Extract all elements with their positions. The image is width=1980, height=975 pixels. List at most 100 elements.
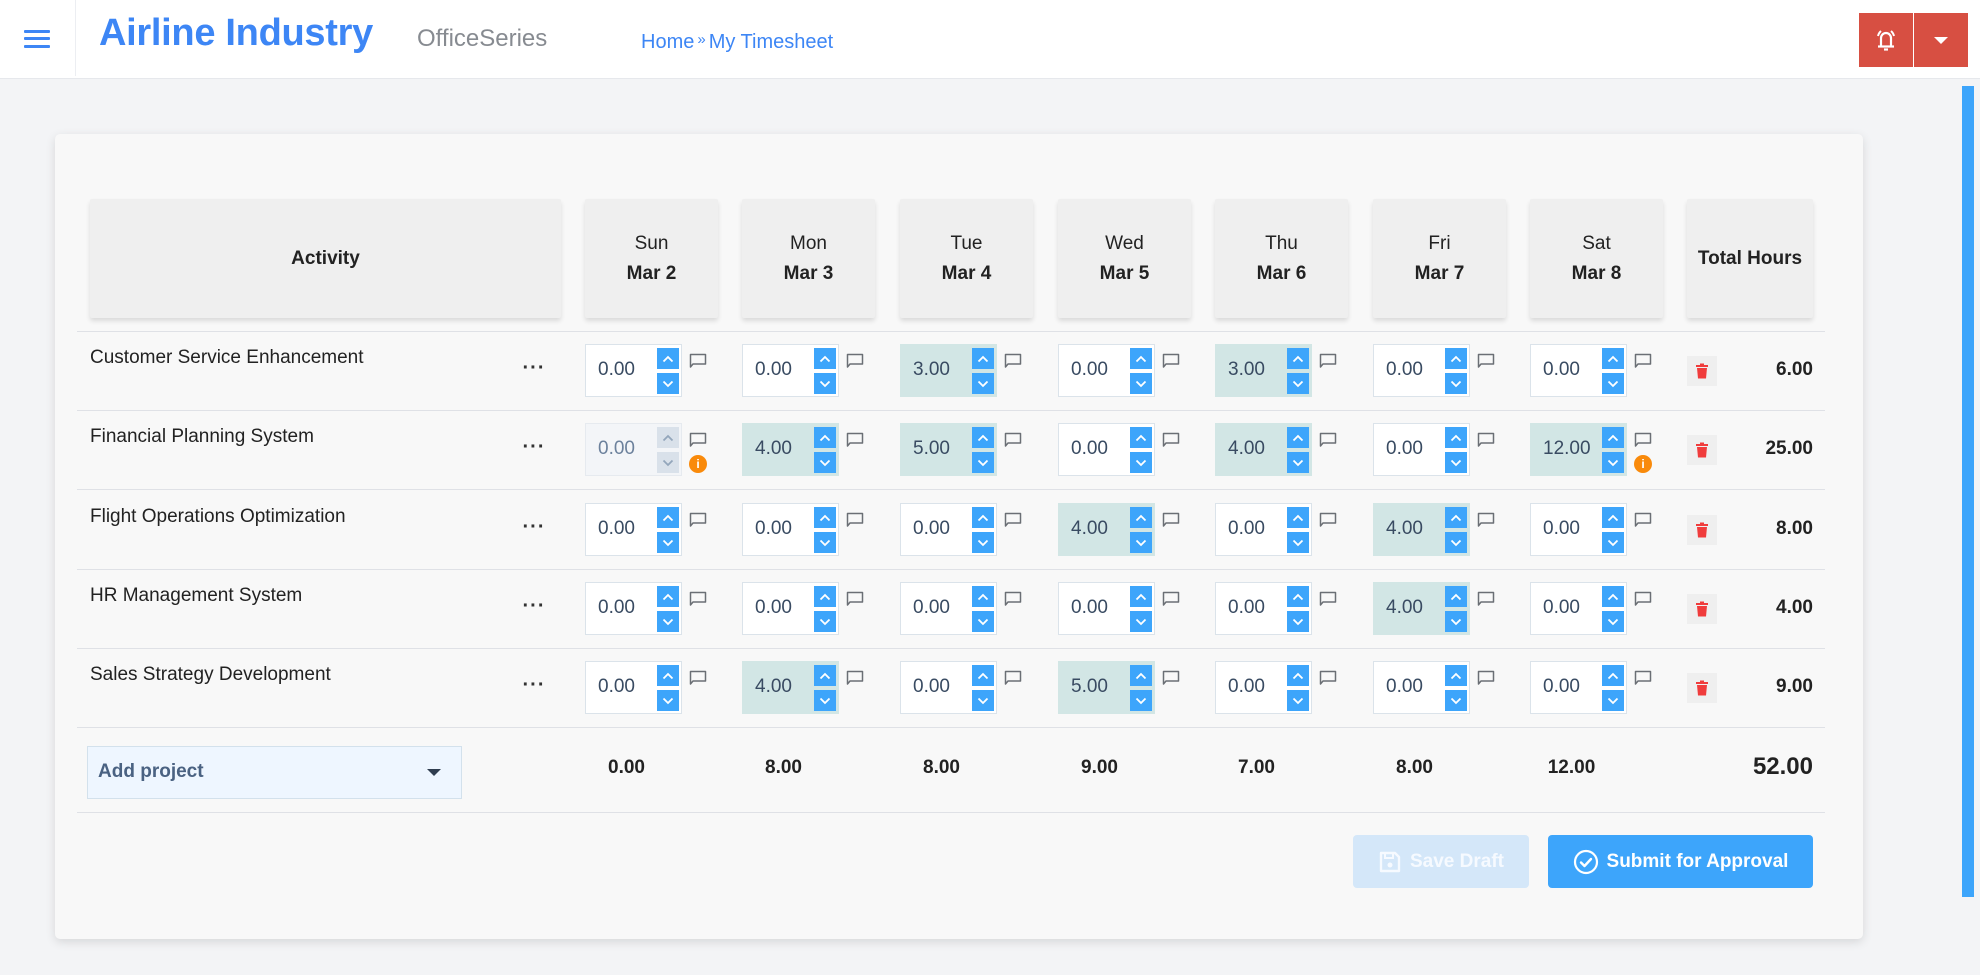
- increment-button[interactable]: [1130, 586, 1152, 607]
- decrement-button[interactable]: [814, 690, 836, 711]
- comment-icon[interactable]: [1477, 432, 1495, 448]
- increment-button[interactable]: [814, 507, 836, 528]
- notifications-button[interactable]: [1859, 13, 1913, 67]
- increment-button[interactable]: [657, 665, 679, 686]
- comment-icon[interactable]: [846, 591, 864, 607]
- hamburger-menu-button[interactable]: [22, 27, 52, 51]
- comment-icon[interactable]: [1477, 591, 1495, 607]
- hours-input[interactable]: 0.00: [742, 344, 839, 397]
- delete-row-button[interactable]: [1687, 515, 1717, 545]
- comment-icon[interactable]: [1634, 432, 1652, 448]
- comment-icon[interactable]: [846, 512, 864, 528]
- increment-button[interactable]: [1130, 665, 1152, 686]
- increment-button[interactable]: [1287, 348, 1309, 369]
- hours-input[interactable]: 0.00: [1530, 582, 1627, 635]
- delete-row-button[interactable]: [1687, 356, 1717, 386]
- hours-input[interactable]: 0.00: [585, 503, 682, 556]
- hours-input[interactable]: 4.00: [1373, 503, 1470, 556]
- hours-input[interactable]: 0.00: [1058, 423, 1155, 476]
- decrement-button[interactable]: [814, 611, 836, 632]
- comment-icon[interactable]: [1319, 512, 1337, 528]
- increment-button[interactable]: [972, 348, 994, 369]
- hours-input[interactable]: 0.00: [1215, 503, 1312, 556]
- decrement-button[interactable]: [814, 532, 836, 553]
- decrement-button[interactable]: [1445, 690, 1467, 711]
- save-draft-button[interactable]: Save Draft: [1353, 835, 1529, 888]
- increment-button[interactable]: [972, 507, 994, 528]
- breadcrumb-home[interactable]: Home: [641, 31, 694, 53]
- hours-input[interactable]: 3.00: [1215, 344, 1312, 397]
- hours-input[interactable]: 0.00: [742, 582, 839, 635]
- more-options-button[interactable]: ···: [518, 517, 550, 542]
- decrement-button[interactable]: [1602, 611, 1624, 632]
- comment-icon[interactable]: [1634, 353, 1652, 369]
- increment-button[interactable]: [1287, 507, 1309, 528]
- app-title[interactable]: Airline Industry: [99, 12, 373, 55]
- comment-icon[interactable]: [1004, 670, 1022, 686]
- warning-info-icon[interactable]: i: [689, 455, 707, 473]
- decrement-button[interactable]: [1602, 532, 1624, 553]
- decrement-button[interactable]: [657, 690, 679, 711]
- comment-icon[interactable]: [1319, 432, 1337, 448]
- decrement-button[interactable]: [657, 611, 679, 632]
- delete-row-button[interactable]: [1687, 435, 1717, 465]
- increment-button[interactable]: [1287, 427, 1309, 448]
- increment-button[interactable]: [814, 348, 836, 369]
- comment-icon[interactable]: [846, 670, 864, 686]
- decrement-button[interactable]: [1445, 373, 1467, 394]
- hours-input[interactable]: 0.00: [1215, 661, 1312, 714]
- hours-input[interactable]: 0.00: [585, 582, 682, 635]
- decrement-button[interactable]: [1130, 373, 1152, 394]
- comment-icon[interactable]: [689, 591, 707, 607]
- decrement-button[interactable]: [1130, 611, 1152, 632]
- hours-input[interactable]: 4.00: [742, 423, 839, 476]
- decrement-button[interactable]: [814, 373, 836, 394]
- comment-icon[interactable]: [1004, 512, 1022, 528]
- decrement-button[interactable]: [972, 611, 994, 632]
- increment-button[interactable]: [1445, 665, 1467, 686]
- hours-input[interactable]: 5.00: [1058, 661, 1155, 714]
- increment-button[interactable]: [1445, 427, 1467, 448]
- delete-row-button[interactable]: [1687, 594, 1717, 624]
- decrement-button[interactable]: [1130, 452, 1152, 473]
- decrement-button[interactable]: [972, 690, 994, 711]
- hours-input[interactable]: 12.00: [1530, 423, 1627, 476]
- increment-button[interactable]: [814, 427, 836, 448]
- decrement-button[interactable]: [1287, 452, 1309, 473]
- decrement-button[interactable]: [1287, 373, 1309, 394]
- hours-input[interactable]: 0.00: [585, 661, 682, 714]
- decrement-button[interactable]: [657, 373, 679, 394]
- comment-icon[interactable]: [689, 353, 707, 369]
- comment-icon[interactable]: [1162, 670, 1180, 686]
- hours-input[interactable]: 4.00: [1058, 503, 1155, 556]
- increment-button[interactable]: [1602, 348, 1624, 369]
- decrement-button[interactable]: [1445, 452, 1467, 473]
- comment-icon[interactable]: [846, 432, 864, 448]
- hours-input[interactable]: 0.00: [1058, 344, 1155, 397]
- hours-input[interactable]: 4.00: [1373, 582, 1470, 635]
- comment-icon[interactable]: [1634, 591, 1652, 607]
- comment-icon[interactable]: [1477, 353, 1495, 369]
- increment-button[interactable]: [814, 586, 836, 607]
- decrement-button[interactable]: [814, 452, 836, 473]
- comment-icon[interactable]: [1162, 353, 1180, 369]
- comment-icon[interactable]: [1477, 670, 1495, 686]
- comment-icon[interactable]: [689, 670, 707, 686]
- increment-button[interactable]: [972, 586, 994, 607]
- hours-input[interactable]: 4.00: [1215, 423, 1312, 476]
- comment-icon[interactable]: [1319, 670, 1337, 686]
- hours-input[interactable]: 3.00: [900, 344, 997, 397]
- increment-button[interactable]: [1602, 507, 1624, 528]
- hours-input[interactable]: 0.00: [742, 503, 839, 556]
- breadcrumb-my-timesheet[interactable]: My Timesheet: [709, 31, 833, 53]
- comment-icon[interactable]: [1634, 670, 1652, 686]
- decrement-button[interactable]: [972, 532, 994, 553]
- hours-input[interactable]: 0.00: [1373, 423, 1470, 476]
- increment-button[interactable]: [1445, 507, 1467, 528]
- decrement-button[interactable]: [1287, 690, 1309, 711]
- increment-button[interactable]: [1287, 665, 1309, 686]
- increment-button[interactable]: [1130, 427, 1152, 448]
- hours-input[interactable]: 0.00: [900, 503, 997, 556]
- comment-icon[interactable]: [1004, 353, 1022, 369]
- decrement-button[interactable]: [1602, 690, 1624, 711]
